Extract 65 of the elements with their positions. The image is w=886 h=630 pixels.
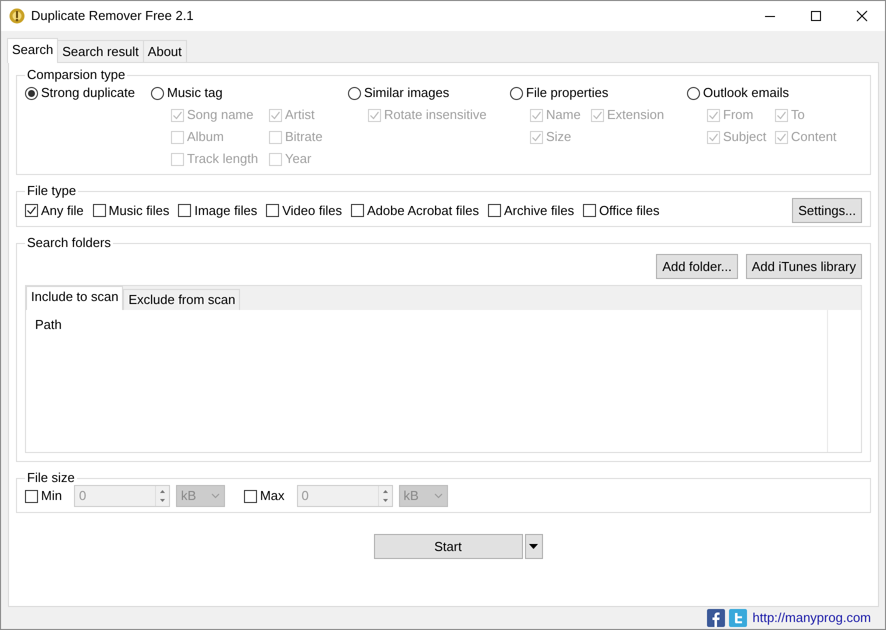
- checkbox-label: Min: [41, 487, 62, 506]
- checkbox[interactable]: [25, 204, 38, 217]
- checkbox-label: Bitrate: [285, 128, 323, 146]
- checkbox[interactable]: [25, 490, 38, 502]
- add-button[interactable]: Add folder...: [656, 254, 738, 279]
- checkbox[interactable]: [488, 204, 501, 217]
- checkbox-label: Max: [260, 487, 285, 506]
- checkbox-label: Album: [187, 128, 224, 146]
- caret-icon: [529, 544, 538, 550]
- close-icon: [854, 8, 870, 24]
- group-title: File type: [26, 184, 78, 198]
- checkbox-label: From: [723, 106, 754, 124]
- checkbox-label: Image files: [194, 202, 258, 220]
- checkbox-label: Song name: [187, 106, 254, 124]
- checkbox[interactable]: [92, 204, 106, 217]
- add-button[interactable]: Add iTunes library: [746, 254, 862, 279]
- checkbox-label: Year: [285, 150, 312, 168]
- checkbox-label: Archive files: [504, 202, 574, 220]
- app-logo-icon: [9, 8, 25, 24]
- tab[interactable]: Search: [7, 38, 58, 63]
- column-header: Path: [35, 317, 62, 332]
- radio-label: Similar images: [364, 84, 450, 102]
- group-title: Comparsion type: [26, 68, 126, 82]
- checkbox[interactable]: [178, 204, 192, 217]
- caret-icon: [210, 493, 220, 499]
- radio-button[interactable]: [348, 86, 361, 100]
- radio-button[interactable]: [25, 86, 38, 100]
- checkbox-label: To: [791, 106, 805, 124]
- radio-label: File properties: [526, 84, 608, 102]
- maximize-icon: [808, 8, 824, 24]
- checkbox-label: Extension: [607, 106, 664, 124]
- window-title: Duplicate Remover Free 2.1: [31, 7, 195, 26]
- checkbox[interactable]: [266, 204, 280, 217]
- dropdown-button[interactable]: [524, 534, 542, 559]
- checkbox-label: Subject: [723, 128, 766, 146]
- caret-icon: [434, 493, 443, 499]
- radio-button[interactable]: [687, 86, 700, 100]
- group-title: Search folders: [26, 236, 112, 250]
- checkbox-label: Track length: [187, 150, 258, 168]
- radio-label: Outlook emails: [703, 84, 789, 102]
- checkbox[interactable]: [350, 204, 364, 217]
- checkbox[interactable]: [244, 490, 257, 502]
- checkbox-label: Size: [546, 128, 572, 146]
- checkbox-label: Artist: [285, 106, 315, 124]
- checkbox-label: Content: [791, 128, 837, 146]
- group-title: File size: [26, 471, 76, 485]
- radio-label: Strong duplicate: [41, 84, 135, 102]
- radio-button[interactable]: [510, 86, 523, 100]
- website-link[interactable]: http://manyprog.com: [752, 608, 871, 628]
- tab[interactable]: Include to scan: [26, 286, 124, 310]
- tab[interactable]: Exclude from scan: [123, 289, 240, 310]
- radio-label: Music tag: [167, 84, 223, 102]
- settings-button[interactable]: Settings...: [792, 198, 862, 223]
- checkbox-label: Video files: [282, 202, 342, 220]
- radio-button[interactable]: [151, 86, 164, 100]
- checkbox-label: Rotate insensitive: [384, 106, 487, 124]
- checkbox-label: Adobe Acrobat files: [366, 202, 479, 220]
- tab[interactable]: About: [142, 40, 187, 62]
- checkbox-label: Name: [546, 106, 581, 124]
- checkbox-label: Office files: [599, 202, 660, 220]
- start-button[interactable]: Start: [374, 534, 522, 559]
- checkbox-label: Any file: [41, 202, 84, 220]
- facebook-icon[interactable]: [706, 609, 724, 627]
- checkbox-label: Music files: [108, 202, 170, 220]
- checkbox[interactable]: [583, 204, 596, 217]
